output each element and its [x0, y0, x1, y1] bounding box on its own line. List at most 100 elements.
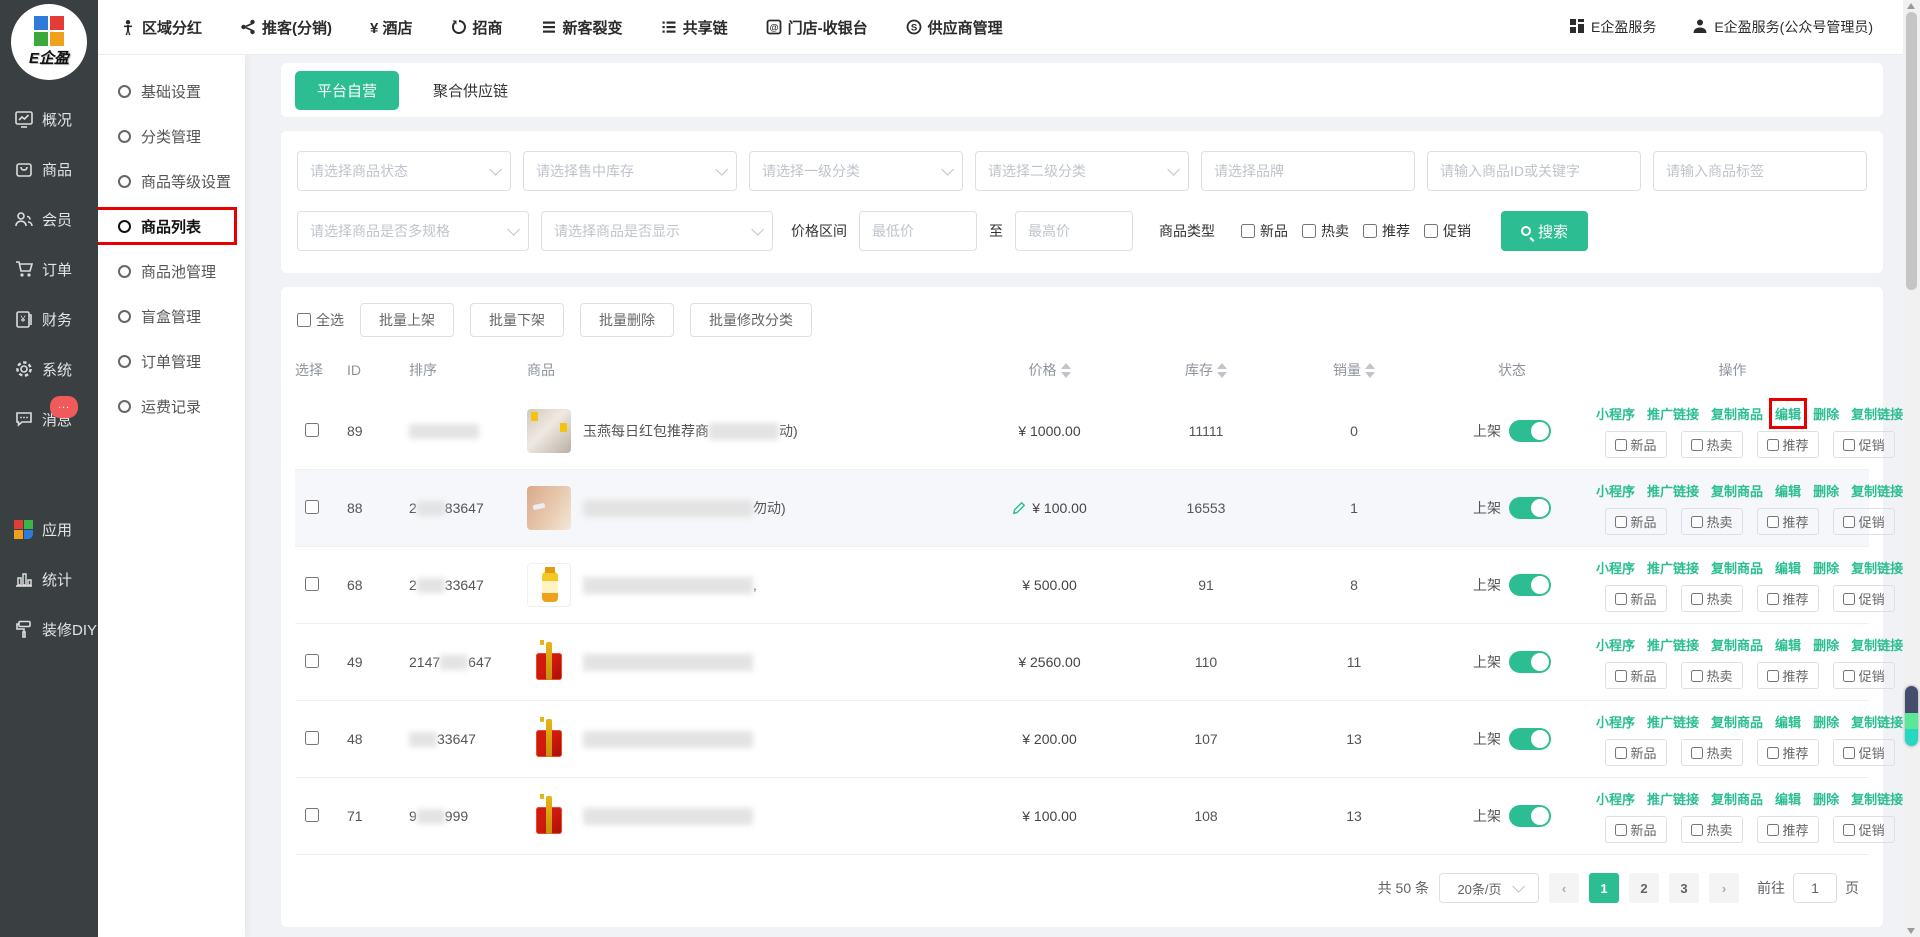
tag-checkbox-input[interactable]	[1615, 516, 1627, 528]
type-checkbox-3[interactable]: 促销	[1424, 221, 1471, 241]
tag-checkbox-input[interactable]	[1691, 593, 1703, 605]
page-size-select[interactable]: 20条/页	[1439, 873, 1539, 903]
action-link-4[interactable]: 删除	[1813, 404, 1839, 423]
topnav-item-2[interactable]: ¥ 酒店	[370, 17, 413, 38]
action-link-1[interactable]: 推广链接	[1647, 481, 1699, 500]
tag-checkbox-input[interactable]	[1615, 747, 1627, 759]
tag-checkbox-3[interactable]: 促销	[1833, 816, 1895, 843]
scroll-down-arrow-icon[interactable]	[1907, 928, 1915, 934]
action-link-0[interactable]: 小程序	[1596, 635, 1635, 654]
max-price-input[interactable]: 最高价	[1015, 211, 1133, 251]
action-link-3[interactable]: 编辑	[1775, 404, 1801, 423]
goods-thumbnail[interactable]	[527, 717, 571, 761]
account-menu[interactable]: E企盈服务(公众号管理员)	[1692, 17, 1873, 37]
sort-descending-icon[interactable]	[1217, 372, 1227, 378]
tag-checkbox-0[interactable]: 新品	[1605, 739, 1667, 766]
tag-checkbox-1[interactable]: 热卖	[1681, 816, 1743, 843]
sort-descending-icon[interactable]	[1061, 372, 1071, 378]
action-link-1[interactable]: 推广链接	[1647, 789, 1699, 808]
tag-checkbox-input[interactable]	[1843, 747, 1855, 759]
sidebar-item-7[interactable]: 应用	[0, 504, 98, 554]
tag-checkbox-input[interactable]	[1767, 824, 1779, 836]
row-checkbox[interactable]	[305, 654, 319, 668]
sidebar-item-0[interactable]: 概况	[0, 94, 98, 144]
floating-widget[interactable]	[1905, 686, 1918, 746]
prev-page-button[interactable]: ‹	[1549, 873, 1579, 903]
tag-checkbox-3[interactable]: 促销	[1833, 431, 1895, 458]
tag-checkbox-3[interactable]: 促销	[1833, 739, 1895, 766]
tag-checkbox-0[interactable]: 新品	[1605, 816, 1667, 843]
select-all-checkbox[interactable]: 全选	[297, 310, 344, 330]
topnav-item-3[interactable]: 招商	[451, 17, 503, 38]
submenu-item-7[interactable]: 运费记录	[98, 384, 245, 429]
action-link-1[interactable]: 推广链接	[1647, 712, 1699, 731]
action-link-5[interactable]: 复制链接	[1851, 481, 1903, 500]
sidebar-item-2[interactable]: 会员	[0, 194, 98, 244]
sidebar-item-4[interactable]: ¥财务	[0, 294, 98, 344]
tag-checkbox-input[interactable]	[1691, 439, 1703, 451]
tag-checkbox-0[interactable]: 新品	[1605, 508, 1667, 535]
action-link-1[interactable]: 推广链接	[1647, 558, 1699, 577]
search-button[interactable]: 搜索	[1501, 211, 1588, 251]
tag-checkbox-2[interactable]: 推荐	[1757, 739, 1819, 766]
submenu-item-0[interactable]: 基础设置	[98, 69, 245, 114]
topnav-item-5[interactable]: 共享链	[661, 17, 728, 38]
tag-checkbox-input[interactable]	[1691, 516, 1703, 528]
action-link-3[interactable]: 编辑	[1775, 481, 1801, 500]
action-link-4[interactable]: 删除	[1813, 712, 1839, 731]
goods-thumbnail[interactable]	[527, 640, 571, 684]
type-checkbox-0[interactable]: 新品	[1241, 221, 1288, 241]
submenu-item-6[interactable]: 订单管理	[98, 339, 245, 384]
tab-aggregated-supply-chain[interactable]: 聚合供应链	[433, 80, 508, 101]
goods-thumbnail[interactable]	[527, 486, 571, 530]
batch-button-0[interactable]: 批量上架	[360, 303, 454, 337]
page-button-2[interactable]: 2	[1629, 873, 1659, 903]
goods-thumbnail[interactable]	[527, 563, 571, 607]
status-toggle[interactable]	[1509, 728, 1551, 750]
action-link-2[interactable]: 复制商品	[1711, 635, 1763, 654]
next-page-button[interactable]: ›	[1709, 873, 1739, 903]
action-link-1[interactable]: 推广链接	[1647, 635, 1699, 654]
scroll-up-arrow-icon[interactable]	[1907, 3, 1915, 9]
tab-platform-self-operated[interactable]: 平台自营	[295, 71, 399, 110]
tag-checkbox-input[interactable]	[1691, 747, 1703, 759]
tag-checkbox-2[interactable]: 推荐	[1757, 585, 1819, 612]
vertical-scrollbar[interactable]	[1903, 0, 1920, 937]
edit-price-icon[interactable]	[1012, 501, 1026, 515]
action-link-4[interactable]: 删除	[1813, 635, 1839, 654]
tag-checkbox-2[interactable]: 推荐	[1757, 431, 1819, 458]
action-link-4[interactable]: 删除	[1813, 789, 1839, 808]
tag-checkbox-input[interactable]	[1843, 593, 1855, 605]
filter-select-row2-1[interactable]: 请选择商品是否显示	[541, 211, 773, 251]
tag-checkbox-0[interactable]: 新品	[1605, 662, 1667, 689]
submenu-item-3[interactable]: 商品列表	[98, 204, 245, 249]
scrollbar-thumb[interactable]	[1906, 12, 1917, 290]
filter-select-2[interactable]: 请选择一级分类	[749, 151, 963, 191]
row-checkbox[interactable]	[305, 500, 319, 514]
status-toggle[interactable]	[1509, 420, 1551, 442]
select-all-input[interactable]	[297, 313, 311, 327]
tag-checkbox-input[interactable]	[1843, 516, 1855, 528]
tag-checkbox-input[interactable]	[1767, 747, 1779, 759]
action-link-5[interactable]: 复制链接	[1851, 635, 1903, 654]
filter-select-1[interactable]: 请选择售中库存	[523, 151, 737, 191]
status-toggle[interactable]	[1509, 497, 1551, 519]
action-link-0[interactable]: 小程序	[1596, 558, 1635, 577]
type-checkbox-2[interactable]: 推荐	[1363, 221, 1410, 241]
tag-checkbox-input[interactable]	[1615, 670, 1627, 682]
batch-button-3[interactable]: 批量修改分类	[690, 303, 812, 337]
action-link-0[interactable]: 小程序	[1596, 712, 1635, 731]
row-checkbox[interactable]	[305, 731, 319, 745]
tag-checkbox-input[interactable]	[1843, 439, 1855, 451]
action-link-3[interactable]: 编辑	[1775, 712, 1801, 731]
tag-checkbox-input[interactable]	[1843, 670, 1855, 682]
action-link-5[interactable]: 复制链接	[1851, 404, 1903, 423]
tag-checkbox-0[interactable]: 新品	[1605, 431, 1667, 458]
filter-input-4[interactable]: 请选择品牌	[1201, 151, 1415, 191]
tag-checkbox-input[interactable]	[1767, 516, 1779, 528]
tag-checkbox-1[interactable]: 热卖	[1681, 431, 1743, 458]
action-link-0[interactable]: 小程序	[1596, 789, 1635, 808]
row-checkbox[interactable]	[305, 808, 319, 822]
batch-button-1[interactable]: 批量下架	[470, 303, 564, 337]
topnav-item-6[interactable]: @门店-收银台	[766, 17, 868, 38]
